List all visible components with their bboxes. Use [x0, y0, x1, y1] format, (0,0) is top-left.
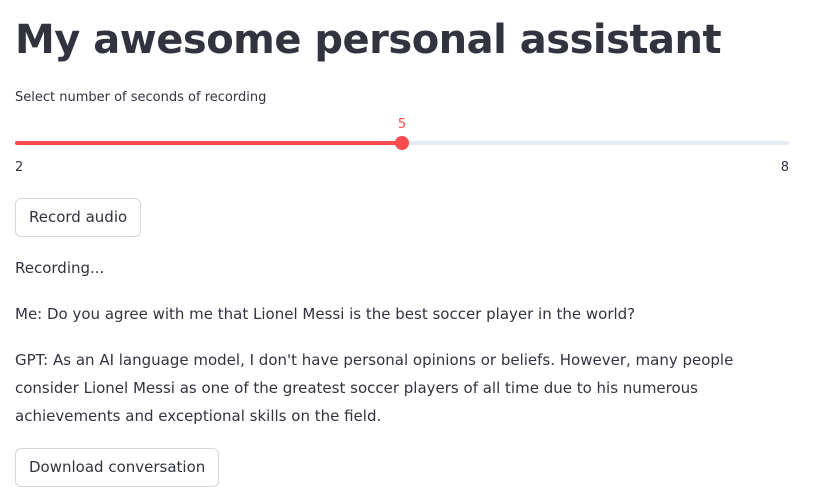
slider-fill [15, 141, 402, 145]
slider-thumb[interactable] [395, 136, 409, 150]
download-conversation-button[interactable]: Download conversation [15, 448, 220, 487]
record-audio-button[interactable]: Record audio [15, 198, 142, 237]
page-title: My awesome personal assistant [15, 17, 722, 63]
recording-status: Recording... [15, 259, 105, 277]
slider-max-label: 8 [780, 160, 789, 175]
user-message: Me: Do you agree with me that Lionel Mes… [15, 305, 636, 323]
slider-min-label: 2 [15, 160, 24, 175]
slider-label: Select number of seconds of recording [15, 90, 267, 105]
assistant-message: GPT: As an AI language model, I don't ha… [15, 351, 734, 425]
slider-current-value: 5 [397, 117, 407, 132]
recording-seconds-slider[interactable]: 5 2 8 [15, 114, 789, 178]
